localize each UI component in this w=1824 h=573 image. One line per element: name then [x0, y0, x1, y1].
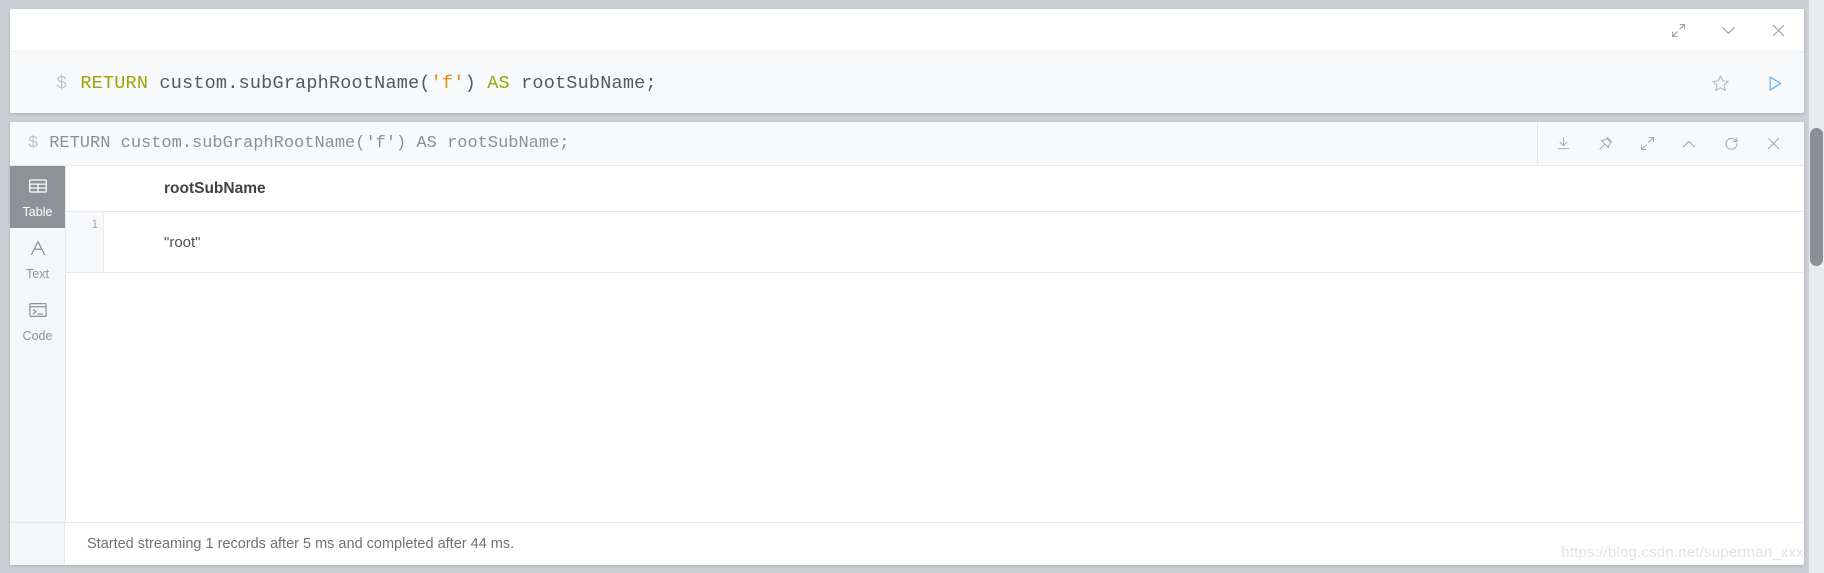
frame-query-string: RETURN custom.subGraphRootName('f') AS r…	[49, 134, 570, 153]
chevron-down-icon[interactable]	[1716, 18, 1740, 42]
row-number-header	[66, 166, 104, 211]
status-bar-gutter	[10, 523, 65, 565]
tab-table-label: Table	[22, 205, 53, 219]
close-icon[interactable]	[1752, 122, 1794, 165]
neo4j-browser-window: $ RETURN custom.subGraphRootName( 'f' ) …	[0, 0, 1824, 573]
column-header-rootsubname: rootSubName	[164, 179, 266, 197]
page-scrollbar-thumb[interactable]	[1810, 128, 1823, 266]
result-view-tabs: Table Text Code	[10, 166, 66, 565]
table-cell-rootsubname: "root"	[164, 233, 201, 251]
editor-actions	[1708, 52, 1786, 113]
result-status-bar: Started streaming 1 records after 5 ms a…	[10, 522, 1804, 565]
result-frame-header: $ RETURN custom.subGraphRootName('f') AS…	[10, 122, 1804, 166]
row-number-gutter-filler	[66, 273, 104, 507]
result-frame: $ RETURN custom.subGraphRootName('f') AS…	[10, 122, 1804, 565]
query-token-alias: rootSubName;	[509, 72, 657, 94]
tab-code[interactable]: Code	[10, 290, 65, 352]
query-token-paren: )	[464, 72, 488, 94]
query-token-string: 'f'	[430, 72, 465, 94]
row-number: 1	[66, 212, 104, 272]
result-frame-body: Table Text Code rootSubName 1 "root"	[10, 166, 1804, 565]
query-token-return: RETURN	[80, 72, 149, 94]
prompt-symbol: $	[56, 72, 68, 94]
table-empty-space	[66, 273, 1804, 507]
pin-icon[interactable]	[1584, 122, 1626, 165]
refresh-icon[interactable]	[1710, 122, 1752, 165]
expand-icon[interactable]	[1626, 122, 1668, 165]
frame-prompt-symbol: $	[28, 134, 39, 153]
expand-icon[interactable]	[1666, 18, 1690, 42]
query-editor-card: $ RETURN custom.subGraphRootName( 'f' ) …	[10, 9, 1804, 113]
page-scrollbar-track[interactable]	[1809, 0, 1824, 573]
star-icon[interactable]	[1708, 71, 1732, 95]
query-editor-body[interactable]: $ RETURN custom.subGraphRootName( 'f' ) …	[10, 51, 1804, 113]
tab-text-label: Text	[26, 267, 49, 281]
table-row[interactable]: 1 "root"	[66, 212, 1804, 273]
text-icon	[27, 237, 49, 264]
tab-text[interactable]: Text	[10, 228, 65, 290]
chevron-up-icon[interactable]	[1668, 122, 1710, 165]
table-filler-cell	[104, 273, 1804, 507]
download-icon[interactable]	[1542, 122, 1584, 165]
result-table: rootSubName 1 "root"	[66, 166, 1804, 565]
table-header-row: rootSubName	[66, 166, 1804, 212]
close-icon[interactable]	[1766, 18, 1790, 42]
tab-table[interactable]: Table	[10, 166, 65, 228]
query-editor-line[interactable]: $ RETURN custom.subGraphRootName( 'f' ) …	[56, 52, 657, 113]
play-icon[interactable]	[1762, 71, 1786, 95]
query-token-as: AS	[487, 72, 510, 94]
status-message: Started streaming 1 records after 5 ms a…	[87, 536, 515, 552]
editor-titlebar	[10, 9, 1804, 51]
result-frame-actions	[1537, 122, 1794, 165]
tab-code-label: Code	[22, 329, 53, 343]
code-icon	[27, 299, 49, 326]
frame-query-text: $ RETURN custom.subGraphRootName('f') AS…	[28, 122, 570, 165]
table-icon	[27, 175, 49, 202]
query-token-call: custom.subGraphRootName(	[148, 72, 431, 94]
editor-titlebar-actions	[1666, 18, 1790, 42]
